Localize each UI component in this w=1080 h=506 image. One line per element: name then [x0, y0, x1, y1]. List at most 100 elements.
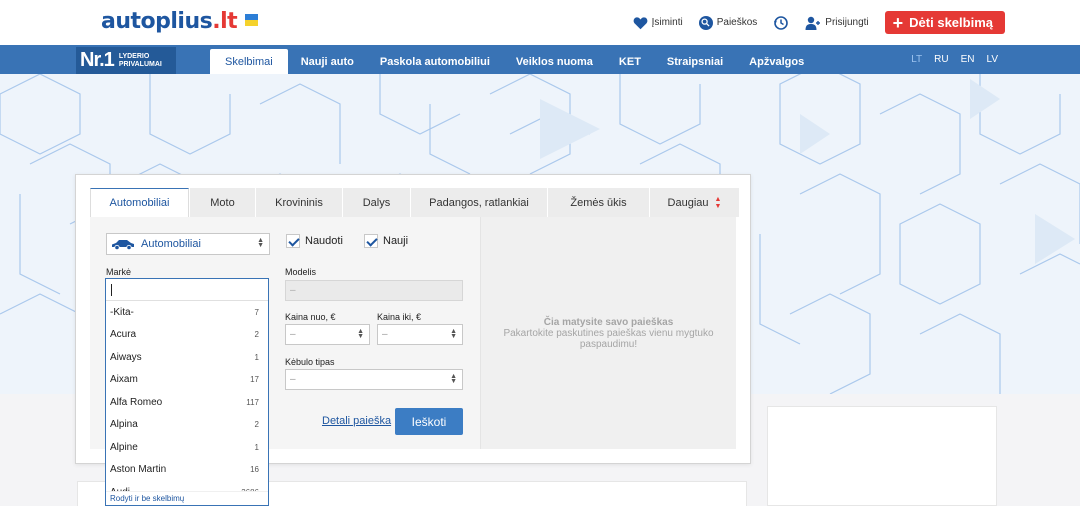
make-option[interactable]: Aston Martin 16	[106, 459, 268, 482]
make-option[interactable]: Aixam 17	[106, 369, 268, 392]
make-option[interactable]: Aiways 1	[106, 346, 268, 369]
price-from-value: –	[290, 329, 296, 340]
place-ad-button[interactable]: + Dėti skelbimą	[884, 11, 1005, 34]
model-label: Modelis	[285, 267, 317, 277]
used-checkbox[interactable]: Naudoti	[286, 234, 343, 248]
lang-en[interactable]: EN	[961, 54, 975, 65]
tab-more-label: Daugiau	[667, 196, 709, 209]
main-navbar: Nr.1 LYDERIO PRIVALUMAI Skelbimai Nauji a…	[0, 45, 1080, 74]
search-button[interactable]: Ieškoti	[395, 408, 463, 435]
recent-title: Čia matysite savo paieškas	[543, 316, 674, 328]
tab-cars[interactable]: Automobiliai	[90, 188, 189, 217]
tab-moto[interactable]: Moto	[189, 188, 255, 217]
lang-ru[interactable]: RU	[934, 54, 948, 65]
updown-arrow-icon: ▲ ▼	[714, 195, 722, 210]
new-label: Nauji	[383, 235, 409, 247]
nav-item-car-loan[interactable]: Paskola automobiliui	[367, 49, 503, 74]
car-icon	[112, 239, 134, 250]
tab-more[interactable]: Daugiau ▲ ▼	[649, 188, 739, 217]
body-type-value: –	[290, 374, 296, 385]
price-to-select[interactable]: – ▲ ▼	[377, 324, 463, 345]
make-name: Aiways	[110, 351, 142, 363]
make-count: 16	[250, 465, 259, 475]
nav-item-ads[interactable]: Skelbimai	[210, 49, 288, 74]
nav-item-new-cars[interactable]: Nauji auto	[288, 49, 367, 74]
tab-trucks[interactable]: Krovininis	[255, 188, 342, 217]
saved-link[interactable]: Įsiminti	[633, 12, 683, 34]
language-switcher: LT RU EN LV	[911, 45, 998, 74]
checkmark-icon	[364, 234, 378, 248]
make-option[interactable]: Alpine 1	[106, 436, 268, 459]
select-arrows-icon: ▲ ▼	[257, 237, 264, 249]
user-icon	[805, 16, 821, 30]
logo-tld: .lt	[212, 9, 238, 34]
recent-text-line-2: paspaudimu!	[579, 338, 638, 350]
tab-agriculture[interactable]: Žemės ūkis	[547, 188, 649, 217]
make-count: 1	[254, 352, 259, 362]
lang-lv[interactable]: LV	[987, 54, 999, 65]
make-option[interactable]: Acura 2	[106, 324, 268, 347]
new-checkbox[interactable]: Nauji	[364, 234, 408, 248]
model-select[interactable]: –	[285, 280, 463, 301]
price-to-label: Kaina iki, €	[377, 312, 422, 322]
searches-label: Paieškos	[716, 17, 758, 28]
make-count: 17	[250, 375, 259, 385]
nav-item-reviews[interactable]: Apžvalgos	[736, 49, 817, 74]
make-count: 2	[254, 330, 259, 340]
make-dropdown: -Kita- 7 Acura 2 Aiways 1 Aixam 17 Alfa Rome…	[105, 278, 269, 506]
leader-badge[interactable]: Nr.1 LYDERIO PRIVALUMAI	[76, 47, 176, 74]
make-option[interactable]: Alpina 2	[106, 414, 268, 437]
badge-number: Nr.1	[80, 49, 115, 71]
make-label: Markė	[106, 267, 132, 277]
make-list: -Kita- 7 Acura 2 Aiways 1 Aixam 17 Alfa Rome…	[106, 301, 268, 504]
place-ad-label: Dėti skelbimą	[909, 15, 993, 30]
login-link[interactable]: Prisijungti	[805, 12, 869, 34]
body-type-label: Kėbulo tipas	[285, 357, 335, 367]
make-count: 1	[254, 442, 259, 452]
nav-item-articles[interactable]: Straipsniai	[654, 49, 736, 74]
show-without-ads-link[interactable]: Rodyti ir be skelbimų	[106, 491, 268, 505]
make-name: Acura	[110, 329, 137, 341]
searches-link[interactable]: Paieškos	[698, 12, 758, 34]
tab-tires[interactable]: Padangos, ratlankiai	[410, 188, 547, 217]
make-name: Alpina	[110, 419, 138, 431]
make-search-input[interactable]	[106, 279, 268, 301]
ukraine-flag-icon	[245, 14, 259, 26]
tab-parts[interactable]: Dalys	[342, 188, 410, 217]
site-logo[interactable]: autoplius.lt	[101, 9, 259, 34]
history-button[interactable]	[773, 12, 789, 34]
text-cursor	[111, 284, 112, 296]
used-label: Naudoti	[305, 235, 343, 247]
side-card	[767, 406, 997, 506]
nav-item-leasing[interactable]: Veiklos nuoma	[503, 49, 606, 74]
nav-item-ket[interactable]: KET	[606, 49, 654, 74]
make-name: Aston Martin	[110, 464, 167, 476]
recent-text-line-1: Pakartokite paskutines paieškas vienu my…	[503, 327, 714, 339]
search-icon	[698, 15, 713, 30]
vehicle-category-value: Automobiliai	[141, 238, 201, 250]
saved-label: Įsiminti	[651, 17, 683, 28]
select-arrows-icon: ▲ ▼	[450, 373, 457, 385]
price-to-value: –	[382, 329, 388, 340]
badge-caption-line-1: LYDERIO	[118, 52, 150, 60]
make-option[interactable]: Alfa Romeo 117	[106, 391, 268, 414]
price-from-select[interactable]: – ▲ ▼	[285, 324, 370, 345]
make-count: 7	[254, 307, 259, 317]
checkmark-icon	[286, 234, 300, 248]
select-arrows-icon: ▲ ▼	[357, 328, 364, 340]
category-tabs: Automobiliai Moto Krovininis Dalys Padan…	[90, 188, 739, 217]
login-label: Prisijungti	[825, 17, 869, 28]
logo-text: autoplius	[101, 9, 213, 34]
lang-lt[interactable]: LT	[911, 54, 922, 65]
header-actions: Įsiminti Paieškos Prisijungti + Dėti ske…	[633, 11, 1005, 34]
vehicle-category-select[interactable]: Automobiliai ▲ ▼	[106, 233, 270, 255]
price-from-label: Kaina nuo, €	[285, 312, 336, 322]
detailed-search-link[interactable]: Detali paieška	[322, 415, 391, 427]
make-count: 2	[254, 420, 259, 430]
badge-caption-line-2: PRIVALUMAI	[118, 60, 162, 68]
body-type-select[interactable]: – ▲ ▼	[285, 369, 463, 390]
make-option[interactable]: -Kita- 7	[106, 301, 268, 324]
make-name: Alfa Romeo	[110, 396, 163, 408]
make-name: Alpine	[110, 441, 138, 453]
select-arrows-icon: ▲ ▼	[450, 328, 457, 340]
